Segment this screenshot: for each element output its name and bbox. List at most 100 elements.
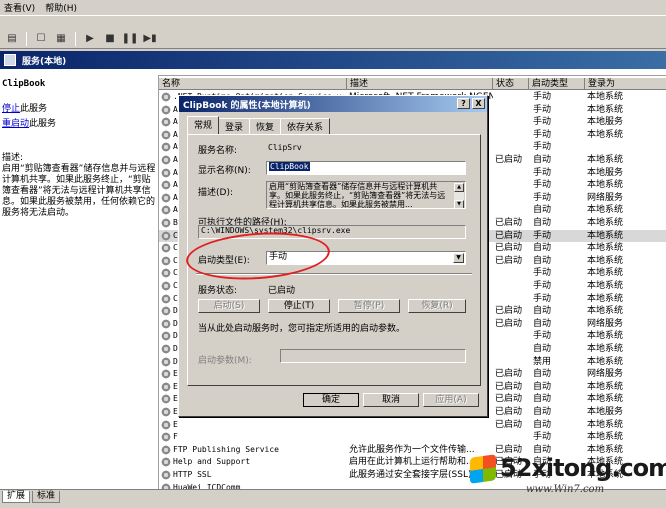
cell-logon: 本地服务	[587, 167, 624, 178]
service-gear-icon	[161, 180, 171, 191]
properties-icon[interactable]: ☐	[33, 31, 49, 47]
description-text: 启用“剪贴簿查看器”储存信息并与远程计算机共享。如果此服务终止，“剪贴簿查看器”…	[2, 164, 156, 218]
column-header-name[interactable]: 名称	[159, 78, 347, 90]
stop-service-link[interactable]: 停止	[2, 104, 20, 114]
tab-standard[interactable]: 标准	[32, 491, 61, 503]
cell-start: 手动	[533, 281, 552, 291]
cell-name: Help and Support	[173, 457, 251, 467]
display-name-label: 显示名称(N):	[198, 166, 251, 176]
tab-general[interactable]: 常规	[187, 116, 220, 135]
cell-start: 禁用	[533, 356, 552, 367]
menu-view[interactable]: 查看(V)	[2, 1, 43, 14]
cell-logon: 本地系统	[587, 293, 624, 304]
service-gear-icon	[161, 293, 171, 304]
table-row[interactable]: F 手动 本地系统	[159, 431, 666, 444]
dialog-title-bar[interactable]: ClipBook 的属性(本地计算机) ? X	[179, 96, 487, 112]
scroll-up-icon[interactable]: ▲	[454, 183, 464, 192]
service-gear-icon	[161, 306, 171, 317]
display-name-field[interactable]: ClipBook	[266, 161, 466, 175]
view-icon[interactable]: ▤	[4, 31, 20, 47]
column-header-status[interactable]: 状态	[493, 78, 529, 90]
cell-start: 手动	[533, 432, 552, 443]
service-gear-icon	[161, 444, 171, 455]
dialog-title: ClipBook 的属性(本地计算机)	[183, 100, 311, 111]
cell-start: 手动	[533, 293, 552, 304]
service-gear-icon	[161, 167, 171, 178]
cell-logon: 本地系统	[587, 180, 624, 191]
cell-start: 自动	[533, 344, 552, 354]
windows-logo-icon	[470, 454, 496, 484]
start-params-input[interactable]	[280, 349, 466, 363]
cell-logon: 本地系统	[587, 306, 624, 317]
ok-button[interactable]: 确定	[303, 393, 359, 407]
cell-logon: 本地系统	[587, 92, 624, 102]
stop-icon[interactable]: ■	[102, 31, 118, 47]
play-icon[interactable]: ▶	[82, 31, 98, 47]
cell-start: 手动	[533, 92, 552, 102]
cell-logon: 本地系统	[587, 281, 624, 291]
description-scrollbar[interactable]: ▲ ▼	[454, 183, 464, 208]
cell-name: FTP Publishing Service	[173, 444, 279, 454]
help-button[interactable]: ?	[457, 98, 470, 109]
service-gear-icon	[161, 432, 171, 443]
stop-button[interactable]: 停止(T)	[268, 299, 330, 313]
cell-start: 自动	[533, 407, 552, 417]
restart-service-link[interactable]: 重启动	[2, 119, 29, 129]
table-row[interactable]: E 已启动 自动 本地系统	[159, 419, 666, 432]
cell-status: 已启动	[495, 381, 523, 392]
service-status-value: 已启动	[268, 286, 296, 296]
service-gear-icon	[161, 394, 171, 405]
cell-start: 自动	[533, 381, 552, 392]
service-gear-icon	[161, 192, 171, 203]
cell-start: 手动	[533, 331, 552, 342]
cell-status: 已启动	[495, 155, 523, 165]
service-status-label: 服务状态:	[198, 286, 238, 296]
list-icon[interactable]: ▦	[53, 31, 69, 47]
cell-logon: 本地系统	[587, 205, 624, 216]
cell-status: 已启动	[495, 255, 523, 266]
pause-button[interactable]: 暂停(P)	[338, 299, 400, 313]
cell-name: E	[173, 419, 178, 429]
pause-icon[interactable]: ❚❚	[122, 31, 139, 47]
chevron-down-icon[interactable]: ▼	[453, 253, 464, 263]
close-button[interactable]: X	[472, 98, 485, 109]
display-name-value: ClipBook	[269, 162, 310, 171]
cell-start: 自动	[533, 306, 552, 317]
column-header-description[interactable]: 描述	[347, 78, 493, 90]
watermark: 52xitong.com www.Win7.com	[470, 452, 666, 502]
cell-logon: 本地系统	[587, 218, 624, 228]
restart-service-row: 重启动此服务	[2, 116, 156, 129]
menu-help[interactable]: 帮助(H)	[43, 1, 85, 14]
tab-dependencies[interactable]: 依存关系	[280, 118, 331, 134]
service-gear-icon	[161, 356, 171, 367]
toolbar-separator	[26, 31, 27, 46]
service-gear-icon	[161, 268, 171, 279]
service-gear-icon	[161, 331, 171, 342]
toolbar-separator	[75, 31, 76, 46]
start-button[interactable]: 启动(S)	[198, 299, 260, 313]
cell-logon: 网络服务	[587, 192, 624, 203]
cell-start: 手动	[533, 192, 552, 203]
step-icon[interactable]: ▶▮	[142, 31, 158, 47]
scroll-down-icon[interactable]: ▼	[454, 200, 464, 208]
service-gear-icon	[161, 92, 171, 102]
resume-button[interactable]: 恢复(R)	[408, 299, 466, 313]
cell-logon: 本地系统	[587, 344, 624, 354]
service-gear-icon	[161, 344, 171, 354]
cell-logon: 本地系统	[587, 331, 624, 342]
tab-extended[interactable]: 扩展	[2, 491, 31, 503]
tab-logon[interactable]: 登录	[218, 118, 251, 134]
cell-status: 已启动	[495, 243, 523, 254]
column-header-logon-as[interactable]: 登录为	[585, 78, 666, 90]
apply-button[interactable]: 应用(A)	[423, 393, 479, 407]
services-header: 服务(本地)	[0, 51, 666, 69]
cell-status: 已启动	[495, 230, 523, 241]
cell-status: 已启动	[495, 306, 523, 317]
column-header-startup-type[interactable]: 启动类型	[529, 78, 585, 90]
cancel-button[interactable]: 取消	[363, 393, 419, 407]
description-field[interactable]: 启用“剪贴簿查看器”储存信息并与远程计算机共享。如果此服务终止，“剪贴簿查看器”…	[266, 181, 466, 209]
cell-start: 自动	[533, 155, 552, 165]
dialog-tabs: 常规 登录 恢复 依存关系	[187, 116, 331, 135]
watermark-sub: www.Win7.com	[526, 484, 605, 495]
tab-recovery[interactable]: 恢复	[249, 118, 282, 134]
